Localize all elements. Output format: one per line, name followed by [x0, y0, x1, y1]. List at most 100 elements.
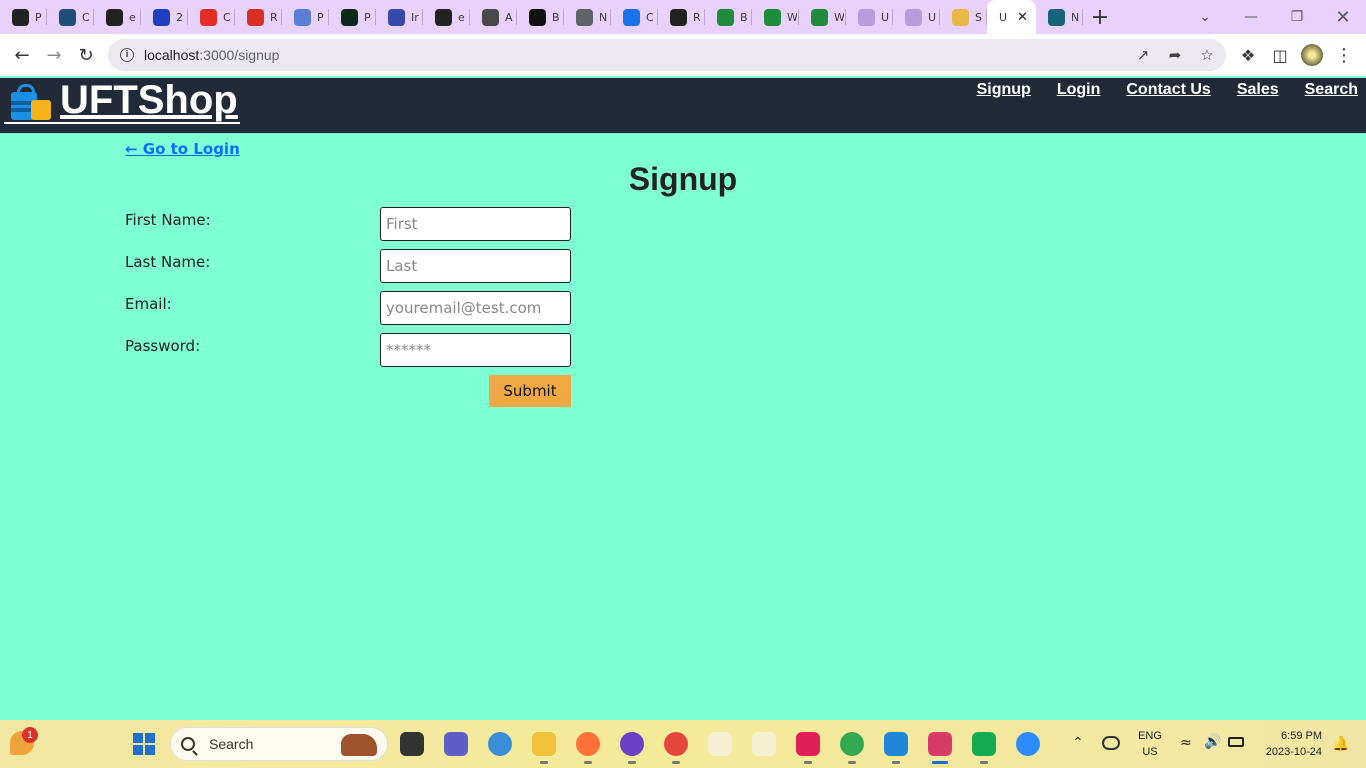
tab-title: U [881, 10, 890, 24]
slack-icon[interactable] [792, 728, 824, 764]
github-desktop-icon[interactable] [616, 728, 648, 764]
first-name-label: First Name: [125, 211, 211, 229]
nav-search[interactable]: Search [1305, 80, 1358, 100]
address-bar[interactable]: i localhost:3000/signup ↗ ➦ ☆ [108, 39, 1226, 71]
forward-icon[interactable]: → [38, 39, 70, 71]
taskbar-clock[interactable]: 6:59 PM 2023-10-24 [1258, 728, 1322, 760]
back-icon[interactable]: ← [6, 39, 38, 71]
extensions-icon[interactable]: ❖ [1232, 39, 1264, 71]
close-window-icon[interactable]: ✕ [1320, 0, 1366, 34]
browser-tab[interactable]: 2 [141, 0, 188, 34]
battery-icon[interactable] [1228, 737, 1244, 747]
youtube-icon [200, 8, 217, 26]
clock-date: 2023-10-24 [1265, 746, 1322, 758]
chrome-icon[interactable] [660, 728, 692, 764]
browser-tab-strip: P Ce 2 C R P P Ir e A B N C R B W W U U S U ✕ N + [0, 0, 1366, 34]
circle-c-icon [623, 8, 640, 26]
clock-time: 6:59 PM [1281, 730, 1322, 742]
browser-tab[interactable]: W [799, 0, 846, 34]
tray-overflow-icon[interactable]: ⌃ [1072, 735, 1084, 751]
github-icon [435, 8, 452, 26]
restore-icon[interactable]: ❐ [1274, 0, 1320, 34]
tab-title: P [35, 10, 42, 24]
browser-tab[interactable]: U [893, 0, 940, 34]
open-in-app-icon[interactable]: ↗ [1128, 39, 1158, 71]
vscode-icon[interactable] [880, 728, 912, 764]
brand-link[interactable]: UFTShop [4, 78, 240, 124]
snipping-tool-icon[interactable] [924, 728, 956, 764]
browser-tab[interactable]: S [940, 0, 987, 34]
chrome-profile-icon[interactable] [836, 728, 868, 764]
last-name-input[interactable] [380, 249, 571, 283]
tab-title: P [317, 10, 324, 24]
tab-title: e [129, 10, 136, 24]
new-tab-button[interactable]: + [1083, 0, 1117, 34]
browser-tab[interactable]: B [517, 0, 564, 34]
tab-title: W [787, 10, 797, 24]
browser-tab[interactable]: e [94, 0, 141, 34]
browser-tab[interactable]: W [752, 0, 799, 34]
browser-tab[interactable]: P [329, 0, 376, 34]
close-tab-icon[interactable]: ✕ [1017, 10, 1028, 25]
share-icon[interactable]: ➦ [1160, 39, 1190, 71]
browser-tab[interactable]: P [0, 0, 47, 34]
region-code: US [1142, 746, 1158, 758]
taskbar-search-label: Search [209, 736, 254, 752]
onedrive-icon[interactable] [1102, 736, 1120, 750]
people-icon[interactable] [484, 728, 516, 760]
nav-login[interactable]: Login [1057, 80, 1101, 100]
browser-tab[interactable]: B [705, 0, 752, 34]
nav-sales[interactable]: Sales [1237, 80, 1279, 100]
browser-tab[interactable]: C [611, 0, 658, 34]
meet-icon[interactable] [440, 728, 472, 760]
go-to-login-link[interactable]: ← Go to Login [125, 140, 240, 158]
profile-avatar[interactable] [1296, 39, 1328, 71]
leaf-icon [341, 8, 358, 26]
tab-title: C [646, 10, 654, 24]
start-icon[interactable] [133, 733, 155, 755]
wifi-icon[interactable]: ≈ [1180, 735, 1192, 751]
notifications-icon[interactable]: 🔔 [1332, 736, 1349, 752]
browser-tab[interactable]: R [235, 0, 282, 34]
reload-icon[interactable]: ↻ [70, 39, 102, 71]
submit-button[interactable]: Submit [489, 375, 571, 407]
firefox-icon[interactable] [572, 728, 604, 764]
email-input[interactable] [380, 291, 571, 325]
zoom-icon[interactable] [1012, 728, 1044, 760]
browser-tab[interactable]: e [423, 0, 470, 34]
browser-tab[interactable]: U [846, 0, 893, 34]
search-highlight-icon [341, 734, 377, 756]
browser-tab[interactable]: C [47, 0, 94, 34]
side-panel-icon[interactable]: ◫ [1264, 39, 1296, 71]
browser-tab[interactable]: N [564, 0, 611, 34]
site-info-icon[interactable]: i [120, 48, 134, 62]
first-name-input[interactable] [380, 207, 571, 241]
blank-app-icon[interactable] [704, 728, 736, 760]
password-input[interactable] [380, 333, 571, 367]
last-name-label: Last Name: [125, 253, 211, 271]
app-header: UFTShop Signup Login Contact Us Sales Se… [0, 78, 1366, 133]
browser-tab[interactable]: C [188, 0, 235, 34]
browser-tab[interactable]: P [282, 0, 329, 34]
volume-icon[interactable]: 🔊 [1204, 734, 1221, 750]
blank-app-icon[interactable] [748, 728, 780, 760]
file-explorer-icon[interactable] [528, 728, 560, 764]
nav-signup[interactable]: Signup [977, 80, 1031, 100]
w-icon [717, 8, 734, 26]
browser-tab[interactable]: Ir [376, 0, 423, 34]
tab-title: N [599, 10, 608, 24]
browser-tab[interactable]: A [470, 0, 517, 34]
mongodb-icon[interactable] [968, 728, 1000, 764]
browser-tab-active[interactable]: U ✕ [987, 0, 1036, 34]
tab-search-icon[interactable]: ⌄ [1182, 0, 1228, 34]
taskbar-search[interactable]: Search [170, 727, 388, 761]
browser-menu-icon[interactable]: ⋮ [1328, 39, 1360, 71]
browser-tab[interactable]: R [658, 0, 705, 34]
minimize-icon[interactable]: — [1228, 0, 1274, 34]
address-url[interactable]: localhost:3000/signup [144, 47, 279, 63]
language-indicator[interactable]: ENG US [1136, 728, 1164, 760]
nav-contact-us[interactable]: Contact Us [1126, 80, 1210, 100]
bookmark-star-icon[interactable]: ☆ [1192, 39, 1222, 71]
task-view-icon[interactable] [396, 728, 428, 760]
browser-tab[interactable]: N [1036, 0, 1083, 34]
